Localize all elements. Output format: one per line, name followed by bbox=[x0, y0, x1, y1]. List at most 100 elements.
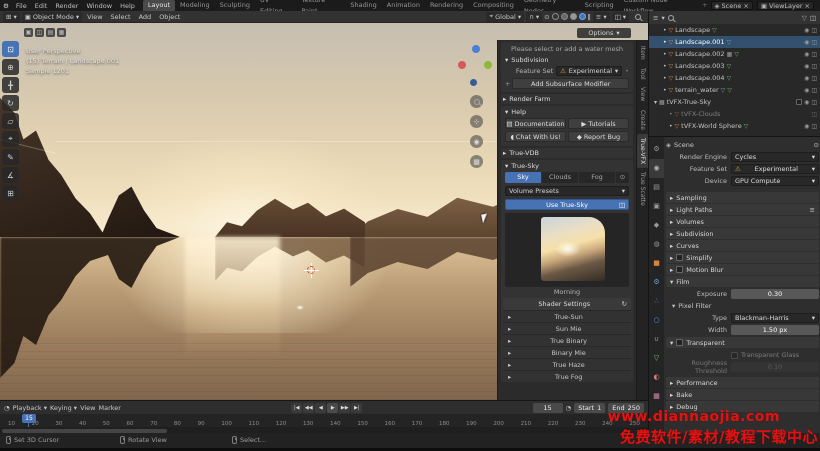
shader-settings-header[interactable]: Shader Settings ↻ bbox=[503, 298, 631, 310]
panel-volumes[interactable]: ▸Volumes bbox=[666, 216, 819, 227]
transparent-checkbox[interactable] bbox=[676, 339, 683, 346]
object-name[interactable]: Landscape.004 bbox=[675, 74, 724, 82]
object-name[interactable]: terrain_water bbox=[675, 86, 718, 94]
panel-light-paths[interactable]: ▸Light Paths≡ bbox=[666, 204, 819, 215]
object-name[interactable]: tVFX-World Sphere bbox=[681, 122, 742, 130]
transform-orientation-dropdown[interactable]: ⌖Global▾ bbox=[486, 12, 524, 22]
disable-render-icon[interactable]: ◫ bbox=[811, 87, 817, 94]
properties-tab-icon[interactable]: ▽ bbox=[649, 349, 664, 368]
refresh-icon[interactable]: ↻ bbox=[622, 300, 627, 308]
help-panel-header[interactable]: ▾Help bbox=[503, 107, 631, 117]
object-name[interactable]: Landscape bbox=[675, 26, 710, 34]
jump-to-start-button[interactable]: |◀ bbox=[291, 403, 302, 413]
panel-curves[interactable]: ▸Curves bbox=[666, 240, 819, 251]
filter-icon[interactable]: ▽ bbox=[802, 14, 807, 22]
jump-to-end-button[interactable]: ▶| bbox=[351, 403, 362, 413]
breadcrumb-scene[interactable]: Scene bbox=[674, 141, 694, 149]
properties-tab-icon[interactable]: ◍ bbox=[649, 235, 664, 254]
expand-chevron-icon[interactable]: ▾ bbox=[654, 99, 657, 106]
keying-menu[interactable]: Keying▾ bbox=[50, 404, 77, 412]
select-menu[interactable]: Select bbox=[108, 13, 134, 21]
next-keyframe-button[interactable]: ▶▶ bbox=[339, 403, 350, 413]
workspace-tab[interactable]: Sculpting bbox=[215, 0, 255, 11]
timeline-editor-icon[interactable]: ◔ bbox=[4, 404, 10, 412]
filter-type-dropdown[interactable]: Blackman-Harris▾ bbox=[731, 313, 819, 323]
outliner-row-tvfx-world-sphere[interactable]: •▽tVFX-World Sphere▽◉◫ bbox=[649, 120, 820, 132]
simplify-checkbox[interactable] bbox=[676, 254, 683, 261]
chat-button[interactable]: ◖Chat With Us! bbox=[505, 131, 566, 142]
tab-item[interactable]: Item bbox=[637, 42, 648, 64]
proportional-editing-icon[interactable]: ⊙ bbox=[544, 13, 549, 21]
camera-view-button[interactable]: ◉ bbox=[470, 135, 483, 148]
properties-tab-icon[interactable]: ▣ bbox=[649, 197, 664, 216]
object-menu[interactable]: Object bbox=[156, 13, 183, 21]
tab-fog[interactable]: Fog bbox=[579, 172, 615, 183]
disable-render-icon[interactable]: ◫ bbox=[811, 123, 817, 130]
collection-name[interactable]: tVFX-True-Sky bbox=[667, 98, 711, 106]
workspace-tab[interactable]: Layout bbox=[143, 0, 175, 11]
tab-true-vfx[interactable]: True-VFX bbox=[637, 134, 648, 168]
panel-simplify[interactable]: ▸Simplify bbox=[666, 252, 819, 263]
workspace-tab[interactable]: Rendering bbox=[425, 0, 468, 11]
marker-menu[interactable]: Marker bbox=[99, 404, 121, 412]
outliner-row-terrain-water[interactable]: •▽terrain_water▽▽◉◫ bbox=[649, 84, 820, 96]
hide-viewport-icon[interactable]: ◉ bbox=[804, 39, 809, 46]
timeline-scrollbar-thumb[interactable] bbox=[2, 429, 167, 433]
hide-viewport-icon[interactable]: ◉ bbox=[804, 99, 809, 106]
playback-menu[interactable]: Playback▾ bbox=[13, 404, 47, 412]
properties-tab-icon[interactable]: ∴ bbox=[649, 292, 664, 311]
blender-logo-icon[interactable]: ⚙ bbox=[0, 2, 12, 10]
disable-render-icon[interactable]: ◫ bbox=[811, 27, 817, 34]
preset-preview-box[interactable] bbox=[505, 213, 629, 287]
panel-bake[interactable]: ▸Bake bbox=[666, 389, 819, 400]
rotate-tool[interactable]: ↻ bbox=[2, 95, 19, 111]
true-vdb-panel-header[interactable]: ▸True-VDB bbox=[501, 148, 633, 158]
properties-tab-icon[interactable]: ◐ bbox=[649, 368, 664, 387]
cursor-tool[interactable]: ⊕ bbox=[2, 59, 19, 75]
properties-tab-icon[interactable]: ■ bbox=[649, 254, 664, 273]
plus-icon[interactable]: + bbox=[505, 80, 510, 88]
report-bug-button[interactable]: ◆Report Bug bbox=[568, 131, 629, 142]
perspective-toggle-button[interactable]: ▦ bbox=[470, 155, 483, 168]
select-mode-set-icon[interactable]: ▣ bbox=[24, 28, 33, 37]
motion-blur-checkbox[interactable] bbox=[676, 266, 683, 273]
frame-start-field[interactable]: Start1 bbox=[574, 403, 605, 413]
object-name[interactable]: Landscape.002 bbox=[675, 50, 724, 58]
render-engine-dropdown[interactable]: Cycles▾ bbox=[731, 152, 819, 162]
properties-tab-icon[interactable]: ▦ bbox=[649, 387, 664, 406]
zoom-button[interactable] bbox=[470, 95, 483, 108]
chevron-down-icon[interactable]: ▾ bbox=[661, 14, 664, 22]
tab-view[interactable]: View bbox=[637, 83, 648, 105]
pan-button[interactable]: ⊹ bbox=[470, 115, 483, 128]
unlink-scene-icon[interactable]: × bbox=[743, 2, 748, 10]
tab-clouds[interactable]: Clouds bbox=[542, 172, 578, 183]
tutorials-button[interactable]: ▶Tutorials bbox=[568, 118, 629, 129]
hide-viewport-icon[interactable]: ◉ bbox=[804, 51, 809, 58]
hide-viewport-icon[interactable]: ◉ bbox=[804, 75, 809, 82]
editor-type-button[interactable]: ⊞▾ bbox=[3, 12, 20, 22]
scene-name[interactable]: Scene bbox=[722, 2, 742, 10]
documentation-button[interactable]: ▤Documentation bbox=[505, 118, 566, 129]
shader-row-true-sun[interactable]: ▸True-Sun bbox=[503, 310, 631, 322]
exposure-slider[interactable]: 0.30 bbox=[731, 289, 819, 299]
view-menu[interactable]: View bbox=[80, 404, 95, 412]
workspace-tab[interactable]: Shading bbox=[345, 0, 381, 11]
panel-film[interactable]: ▾Film bbox=[666, 276, 819, 287]
transparent-glass-checkbox[interactable] bbox=[731, 352, 738, 359]
properties-tab-icon[interactable]: ◉ bbox=[649, 159, 664, 178]
pin-icon[interactable]: ⊙ bbox=[814, 141, 819, 149]
gizmo-minus-z-axis[interactable] bbox=[470, 79, 477, 86]
outliner-row-landscape-003[interactable]: •▽Landscape.003▽◉◫ bbox=[649, 60, 820, 72]
add-menu[interactable]: Add bbox=[136, 13, 155, 21]
menu-item[interactable]: Edit bbox=[31, 2, 52, 10]
search-icon[interactable] bbox=[668, 15, 674, 21]
outliner-editor-type-icon[interactable]: ≡ bbox=[653, 14, 658, 22]
preset-thumbnail[interactable] bbox=[541, 217, 605, 281]
hide-viewport-icon[interactable]: ◉ bbox=[804, 87, 809, 94]
properties-tab-icon[interactable]: ∪ bbox=[649, 330, 664, 349]
panel-sampling[interactable]: ▸Sampling bbox=[666, 192, 819, 203]
wireframe-shading-icon[interactable] bbox=[552, 13, 559, 20]
workspace-tab[interactable]: + bbox=[699, 0, 710, 11]
panel-subdivision[interactable]: ▸Subdivision bbox=[666, 228, 819, 239]
properties-tab-icon[interactable]: ▤ bbox=[649, 178, 664, 197]
